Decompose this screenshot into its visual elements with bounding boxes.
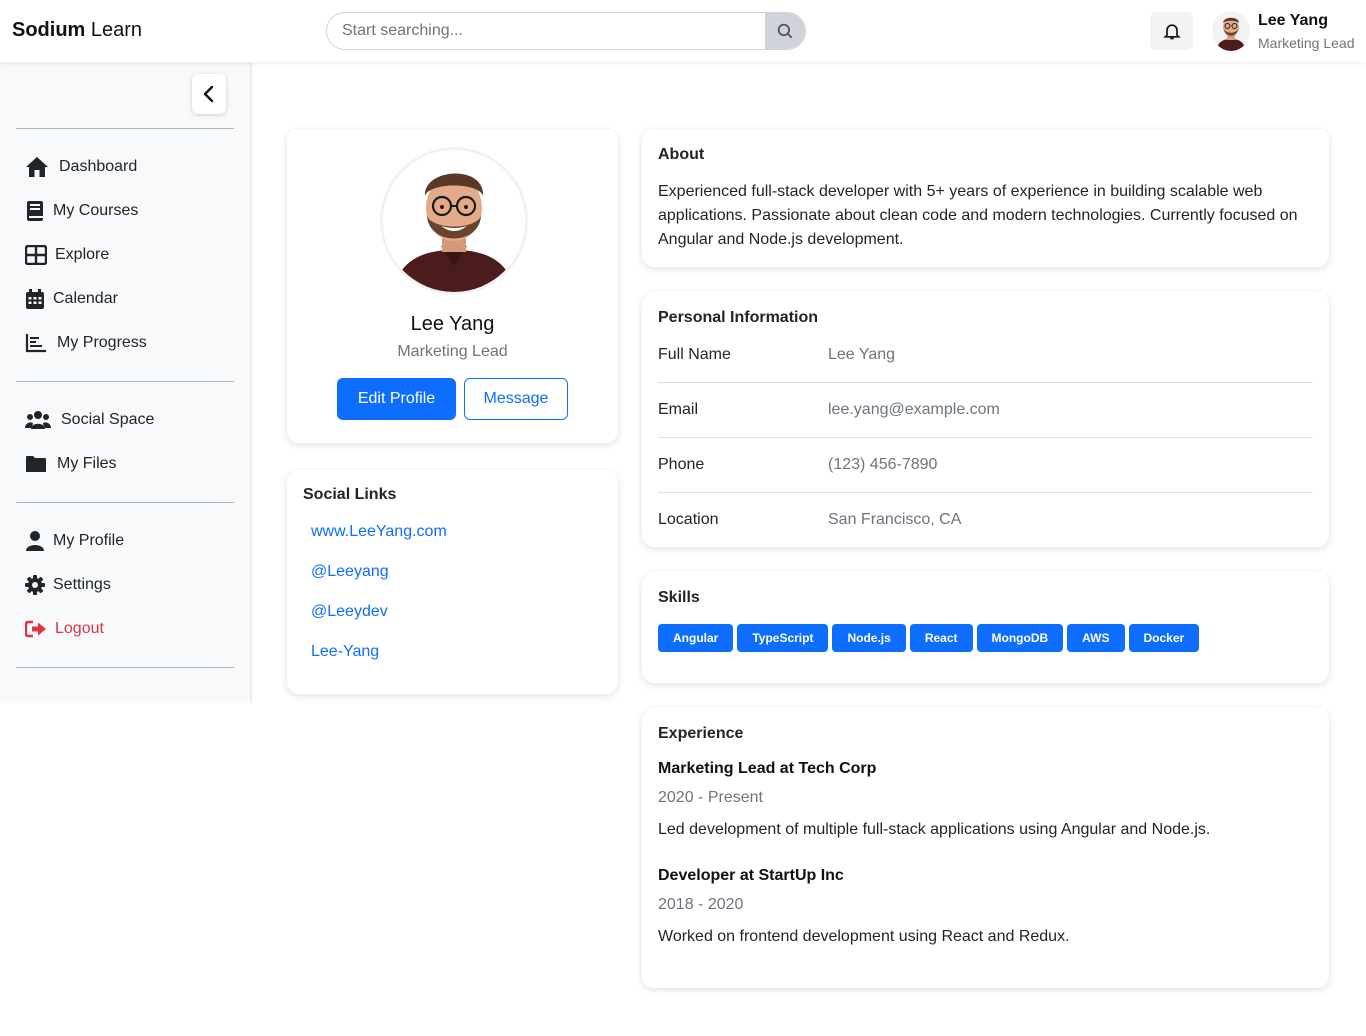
skill-badge: Angular bbox=[658, 624, 734, 652]
info-value: San Francisco, CA bbox=[828, 511, 962, 528]
folder-icon bbox=[26, 456, 46, 472]
info-value: (123) 456-7890 bbox=[828, 456, 938, 473]
user-icon bbox=[26, 531, 44, 551]
profile-avatar bbox=[380, 147, 528, 295]
experience-item-title: Marketing Lead at Tech Corp bbox=[658, 760, 877, 777]
info-label: Phone bbox=[658, 456, 705, 473]
experience-item-description: Worked on frontend development using Rea… bbox=[658, 928, 1070, 945]
skill-badge: React bbox=[909, 624, 973, 652]
experience-item-years: 2018 - 2020 bbox=[658, 896, 744, 913]
info-label: Full Name bbox=[658, 346, 731, 363]
profile-role: Marketing Lead bbox=[397, 343, 508, 360]
home-icon bbox=[26, 157, 48, 177]
sidebar-item-explore[interactable]: Explore bbox=[25, 242, 109, 268]
sidebar-divider bbox=[16, 128, 234, 129]
about-title: About bbox=[658, 146, 705, 163]
info-label: Email bbox=[658, 401, 699, 418]
gear-icon bbox=[25, 575, 45, 595]
sidebar-item-my-progress[interactable]: My Progress bbox=[25, 330, 147, 356]
sidebar: Dashboard My Courses Explore Calendar My… bbox=[0, 62, 252, 703]
user-role: Marketing Lead bbox=[1258, 35, 1355, 51]
info-row-email: Email lee.yang@example.com bbox=[658, 401, 1313, 456]
sidebar-item-label: My Progress bbox=[57, 334, 147, 351]
info-divider bbox=[658, 437, 1313, 438]
experience-title: Experience bbox=[658, 725, 744, 742]
sidebar-divider bbox=[16, 502, 234, 503]
sidebar-item-label: Logout bbox=[55, 620, 104, 637]
social-links-card: Social Links www.LeeYang.com @Leeyang @L… bbox=[287, 470, 618, 694]
grid-icon bbox=[25, 245, 47, 265]
chevron-left-icon bbox=[203, 85, 214, 103]
sidebar-divider bbox=[16, 381, 234, 382]
book-icon bbox=[27, 201, 43, 221]
sidebar-item-label: My Profile bbox=[53, 532, 125, 549]
info-row-full-name: Full Name Lee Yang bbox=[658, 346, 1313, 401]
sidebar-item-calendar[interactable]: Calendar bbox=[25, 286, 118, 312]
sidebar-item-my-files[interactable]: My Files bbox=[25, 451, 117, 477]
search-input[interactable] bbox=[327, 13, 767, 49]
profile-card: Lee Yang Marketing Lead Edit Profile Mes… bbox=[287, 129, 618, 443]
sidebar-divider bbox=[16, 667, 234, 668]
info-divider bbox=[658, 492, 1313, 493]
sidebar-collapse-button[interactable] bbox=[192, 74, 226, 114]
personal-info-title: Personal Information bbox=[658, 309, 819, 326]
social-link-website[interactable]: www.LeeYang.com bbox=[311, 523, 447, 541]
skill-badge: Docker bbox=[1128, 624, 1200, 652]
message-button[interactable]: Message bbox=[464, 378, 568, 420]
search-icon bbox=[777, 23, 793, 39]
social-links-title: Social Links bbox=[303, 486, 397, 503]
social-link-github[interactable]: @Leeydev bbox=[311, 603, 388, 621]
sidebar-item-label: Explore bbox=[55, 246, 110, 263]
sidebar-item-label: Social Space bbox=[61, 411, 155, 428]
sidebar-item-logout[interactable]: Logout bbox=[25, 616, 104, 642]
sidebar-item-my-courses[interactable]: My Courses bbox=[25, 198, 138, 224]
experience-item-description: Led development of multiple full-stack a… bbox=[658, 821, 1211, 838]
info-row-location: Location San Francisco, CA bbox=[658, 511, 1313, 566]
skill-badge: MongoDB bbox=[976, 624, 1064, 652]
about-card: About Experienced full-stack developer w… bbox=[642, 129, 1329, 267]
search-bar bbox=[326, 12, 806, 50]
user-name: Lee Yang bbox=[1258, 12, 1328, 29]
experience-item-years: 2020 - Present bbox=[658, 789, 763, 806]
sidebar-item-social-space[interactable]: Social Space bbox=[25, 407, 154, 433]
brand-logo[interactable]: Sodium Learn bbox=[12, 19, 142, 42]
experience-item-title: Developer at StartUp Inc bbox=[658, 867, 844, 884]
sidebar-item-my-profile[interactable]: My Profile bbox=[25, 528, 124, 554]
sidebar-item-label: My Files bbox=[57, 455, 117, 472]
info-divider bbox=[658, 382, 1313, 383]
sidebar-item-label: Calendar bbox=[53, 290, 118, 307]
info-value: lee.yang@example.com bbox=[828, 401, 1000, 418]
skill-badge: AWS bbox=[1067, 624, 1125, 652]
skills-title: Skills bbox=[658, 589, 700, 606]
calendar-icon bbox=[26, 289, 44, 309]
sidebar-item-label: My Courses bbox=[53, 202, 139, 219]
bell-icon bbox=[1162, 24, 1181, 40]
personal-info-card: Personal Information Full Name Lee Yang … bbox=[642, 292, 1329, 547]
skills-card: Skills Angular TypeScript Node.js React … bbox=[642, 572, 1329, 683]
users-icon bbox=[25, 411, 51, 429]
sidebar-item-label: Dashboard bbox=[59, 158, 138, 175]
sidebar-item-label: Settings bbox=[53, 576, 111, 593]
sidebar-item-dashboard[interactable]: Dashboard bbox=[25, 154, 137, 180]
top-navbar: Sodium Learn Lee Yang Marketing Lead bbox=[0, 0, 1366, 62]
skill-badge: Node.js bbox=[832, 624, 906, 652]
chart-icon bbox=[25, 334, 46, 353]
profile-name: Lee Yang bbox=[410, 313, 495, 335]
social-link-linkedin[interactable]: Lee-Yang bbox=[311, 643, 379, 661]
about-text: Experienced full-stack developer with 5+… bbox=[658, 183, 1298, 248]
skill-badge: TypeScript bbox=[737, 624, 829, 652]
skills-list: Angular TypeScript Node.js React MongoDB… bbox=[658, 624, 1200, 652]
sidebar-item-settings[interactable]: Settings bbox=[25, 572, 111, 598]
info-value: Lee Yang bbox=[828, 346, 896, 363]
info-label: Location bbox=[658, 511, 719, 528]
info-row-phone: Phone (123) 456-7890 bbox=[658, 456, 1313, 511]
experience-card: Experience Marketing Lead at Tech Corp 2… bbox=[642, 708, 1329, 988]
search-button[interactable] bbox=[765, 13, 805, 49]
social-link-twitter[interactable]: @Leeyang bbox=[311, 563, 389, 581]
edit-profile-button[interactable]: Edit Profile bbox=[337, 378, 456, 420]
logout-icon bbox=[25, 620, 46, 638]
notifications-button[interactable] bbox=[1150, 12, 1193, 50]
user-avatar[interactable] bbox=[1212, 11, 1250, 51]
